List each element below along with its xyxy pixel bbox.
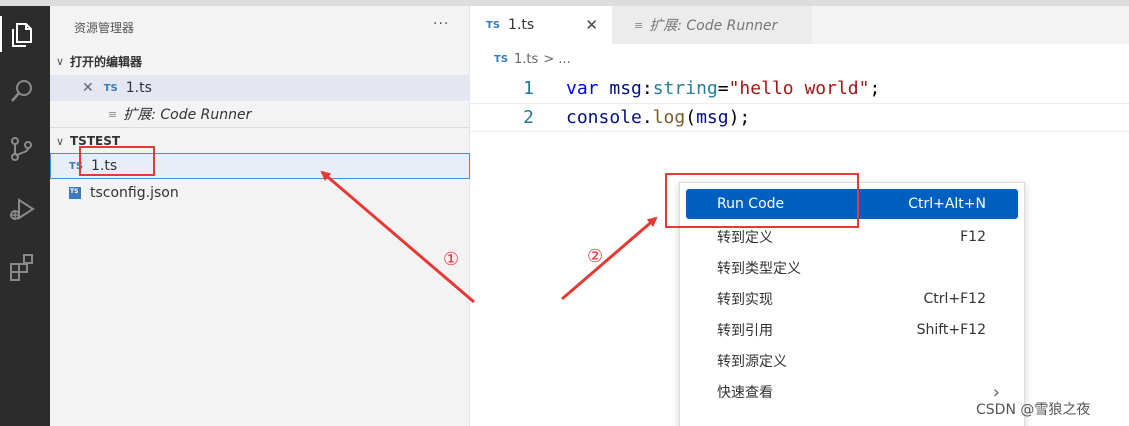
activity-bar <box>0 6 50 426</box>
menu-item-label: 转到引用 <box>717 323 773 339</box>
tab-1ts[interactable]: TS 1.ts ✕ <box>470 6 612 44</box>
file-label: tsconfig.json <box>90 185 179 201</box>
chevron-down-icon: ∨ <box>55 134 65 148</box>
annotation-step-2: ② <box>587 246 604 267</box>
open-editors-header[interactable]: ∨ 打开的编辑器 <box>50 50 470 72</box>
menu-item-shortcut: F12 <box>960 229 986 245</box>
section-divider <box>50 127 470 128</box>
run-debug-icon[interactable] <box>7 194 37 224</box>
tab-code-runner[interactable]: ≡ 扩展: Code Runner <box>612 6 812 44</box>
explorer-title: 资源管理器 <box>74 21 135 35</box>
close-icon[interactable]: ✕ <box>585 16 598 34</box>
annotation-box-file <box>79 146 155 176</box>
menu-item-label: 转到定义 <box>717 230 773 246</box>
file-item-tsconfig[interactable]: TS tsconfig.json <box>50 180 470 206</box>
preview-lines-icon: ≡ <box>634 18 644 32</box>
menu-item-label: 转到实现 <box>717 292 773 308</box>
menu-item-label: 快速查看 <box>717 385 773 401</box>
open-editor-label: 扩展: Code Runner <box>123 107 252 123</box>
breadcrumb-rest: > ... <box>543 52 571 67</box>
tab-label: 1.ts <box>508 17 535 33</box>
breadcrumb[interactable]: TS 1.ts > ... <box>494 52 571 67</box>
code-editor[interactable]: 1 var msg:string="hello world"; 2 consol… <box>470 74 1129 132</box>
menu-item-go-to-implementation[interactable]: 转到实现 Ctrl+F12 <box>686 284 1018 314</box>
ts-file-icon: TS <box>103 82 118 94</box>
code-text: var msg:string="hello world"; <box>566 78 881 99</box>
open-editors-label: 打开的编辑器 <box>70 54 143 69</box>
chevron-down-icon: ∨ <box>55 54 65 68</box>
annotation-arrow-2 <box>561 216 658 301</box>
menu-item-shortcut: Shift+F12 <box>916 322 986 338</box>
extensions-icon[interactable] <box>7 252 37 282</box>
line-number: 1 <box>523 78 534 99</box>
breadcrumb-file: 1.ts <box>514 52 539 67</box>
ts-file-icon: TS <box>486 19 501 31</box>
line-number: 2 <box>523 107 534 128</box>
more-actions-icon[interactable]: ··· <box>433 16 449 32</box>
code-text: console.log(msg); <box>566 107 751 128</box>
editor-tabs-bar: TS 1.ts ✕ ≡ 扩展: Code Runner <box>470 6 1129 44</box>
tab-label: 扩展: Code Runner <box>649 18 778 34</box>
search-icon[interactable] <box>7 76 37 106</box>
annotation-box-run-code <box>665 173 859 228</box>
open-editor-label: 1.ts <box>125 80 152 96</box>
explorer-sidebar: 资源管理器 ··· ∨ 打开的编辑器 ✕ TS 1.ts ≡ 扩展: Code … <box>50 6 470 426</box>
menu-item-go-to-source-definition[interactable]: 转到源定义 <box>686 346 1018 376</box>
watermark: CSDN @雪狼之夜 <box>976 402 1091 418</box>
source-control-icon[interactable] <box>7 134 37 164</box>
ts-file-icon: TS <box>494 54 509 65</box>
code-line-2: 2 console.log(msg); <box>470 103 1129 132</box>
annotation-step-1: ① <box>443 249 460 270</box>
menu-item-label: 转到源定义 <box>717 354 787 370</box>
menu-item-shortcut: Ctrl+F12 <box>923 291 986 307</box>
open-editor-item-1ts[interactable]: ✕ TS 1.ts <box>50 75 470 101</box>
menu-item-label: 转到类型定义 <box>717 261 801 277</box>
ts-config-icon: TS <box>69 187 81 199</box>
open-editor-item-code-runner[interactable]: ≡ 扩展: Code Runner <box>50 101 470 127</box>
close-icon[interactable]: ✕ <box>82 80 94 96</box>
activity-active-indicator <box>0 16 2 52</box>
menu-item-go-to-references[interactable]: 转到引用 Shift+F12 <box>686 315 1018 345</box>
code-line-1: 1 var msg:string="hello world"; <box>470 74 1129 103</box>
menu-item-shortcut: Ctrl+Alt+N <box>908 196 986 212</box>
menu-item-peek[interactable]: 快速查看 › <box>686 377 1018 407</box>
files-icon[interactable] <box>7 20 37 50</box>
preview-lines-icon: ≡ <box>108 107 118 121</box>
menu-item-go-to-type-definition[interactable]: 转到类型定义 <box>686 253 1018 283</box>
